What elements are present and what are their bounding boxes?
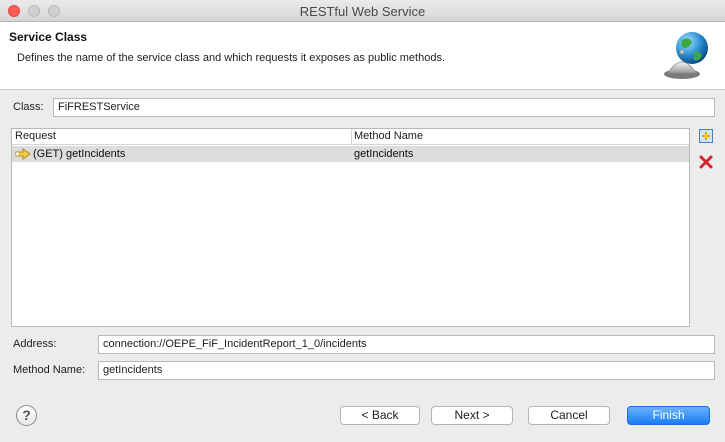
help-icon[interactable]: ? [16, 405, 37, 426]
remove-request-icon[interactable] [698, 154, 714, 170]
page-title: Service Class [9, 30, 88, 44]
address-field[interactable]: connection://OEPE_FiF_IncidentReport_1_0… [98, 335, 715, 354]
back-button[interactable]: < Back [340, 406, 420, 425]
title-bar: RESTful Web Service [0, 0, 725, 22]
page-description: Defines the name of the service class an… [17, 52, 446, 64]
table-header: Request Method Name [12, 129, 689, 145]
finish-button[interactable]: Finish [627, 406, 710, 425]
address-label: Address: [13, 338, 57, 350]
requests-table[interactable]: Request Method Name (GET) getIncidents g… [11, 128, 690, 327]
window-title: RESTful Web Service [299, 4, 426, 19]
web-service-globe-icon [664, 32, 708, 79]
class-name-field[interactable]: FiFRESTService [53, 98, 715, 117]
column-divider[interactable] [351, 129, 352, 145]
method-name-cell: getIncidents [354, 148, 414, 160]
add-request-icon[interactable] [698, 128, 714, 144]
method-name-field[interactable]: getIncidents [98, 361, 715, 380]
request-arrow-icon [15, 148, 31, 160]
column-header-method-name[interactable]: Method Name [354, 130, 423, 142]
request-cell: (GET) getIncidents [33, 148, 126, 160]
wizard-header: Service Class Defines the name of the se… [0, 22, 725, 90]
next-button[interactable]: Next > [431, 406, 513, 425]
class-label: Class: [13, 101, 44, 113]
cancel-button[interactable]: Cancel [528, 406, 610, 425]
column-header-request[interactable]: Request [15, 130, 56, 142]
table-row[interactable]: (GET) getIncidents getIncidents [12, 146, 689, 162]
method-name-label: Method Name: [13, 364, 86, 376]
